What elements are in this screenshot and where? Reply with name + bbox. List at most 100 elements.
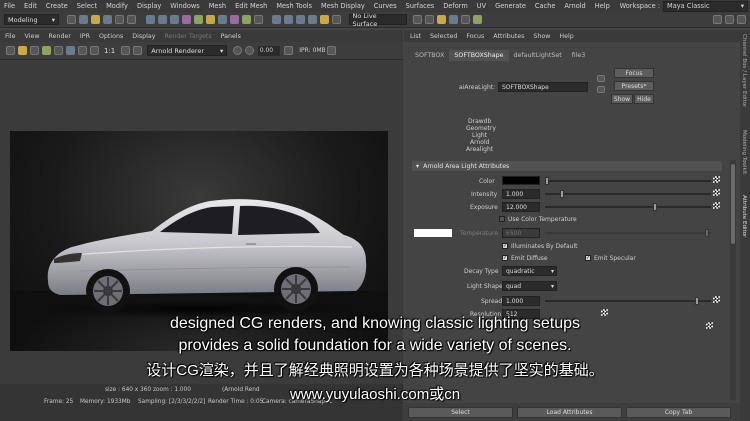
toggle-panel-icon[interactable]	[713, 15, 722, 24]
menu-generate[interactable]: Generate	[495, 2, 526, 10]
tab-softboxshape[interactable]: SOFTBOXShape	[449, 50, 509, 61]
ipr-render-icon[interactable]	[436, 15, 446, 24]
toggle-attribute-icon[interactable]	[737, 15, 746, 24]
rv-menu-render-targets[interactable]: Render Targets	[164, 33, 211, 40]
rv-menu-ipr[interactable]: IPR	[80, 33, 90, 40]
snap-view-plane-icon[interactable]	[308, 15, 317, 24]
menu-file[interactable]: File	[4, 2, 15, 10]
mask-icon[interactable]	[181, 15, 191, 24]
rv-menu-file[interactable]: File	[5, 33, 16, 40]
history-icon[interactable]	[332, 15, 341, 24]
menu-arnold[interactable]: Arnold	[564, 2, 585, 10]
spread-slider[interactable]	[545, 297, 711, 305]
copy-tab-button[interactable]: Copy Tab	[626, 407, 731, 418]
menu-create[interactable]: Create	[46, 2, 68, 10]
menu-display[interactable]: Display	[137, 2, 161, 10]
ae-menu-show[interactable]: Show	[533, 33, 550, 40]
menu-help[interactable]: Help	[595, 2, 610, 10]
temperature-slider[interactable]	[545, 229, 711, 237]
color-slider[interactable]	[545, 177, 711, 185]
menu-surfaces[interactable]: Surfaces	[406, 2, 435, 10]
ae-menu-selected[interactable]: Selected	[430, 33, 457, 40]
select-hierarchy-icon[interactable]	[145, 15, 155, 24]
rv-menu-view[interactable]: View	[25, 33, 40, 40]
render-settings-icon[interactable]	[448, 15, 458, 24]
render-region-icon[interactable]	[41, 46, 51, 55]
live-surface-field[interactable]: No Live Surface	[348, 12, 407, 28]
menu-mesh-display[interactable]: Mesh Display	[321, 2, 365, 10]
alpha-channel-icon[interactable]	[77, 46, 87, 55]
snap-curve-icon[interactable]	[284, 15, 293, 24]
menu-windows[interactable]: Windows	[170, 2, 199, 10]
menu-select[interactable]: Select	[77, 2, 97, 10]
rv-menu-render[interactable]: Render	[49, 33, 71, 40]
arnold-area-light-section[interactable]: ▾ Arnold Area Light Attributes	[412, 161, 722, 171]
rv-menu-options[interactable]: Options	[99, 33, 123, 40]
menu-deform[interactable]: Deform	[443, 2, 468, 10]
focus-button[interactable]: Focus	[614, 68, 654, 78]
snap-live-icon[interactable]	[320, 15, 329, 24]
ae-menu-list[interactable]: List	[410, 33, 421, 40]
open-scene-icon[interactable]	[91, 15, 100, 24]
menu-set-icon[interactable]	[67, 15, 76, 24]
hide-button[interactable]: Hide	[634, 94, 654, 104]
remove-image-icon[interactable]	[132, 46, 142, 55]
illuminates-by-default-checkbox[interactable]: ✓	[502, 243, 508, 249]
color-swatch[interactable]	[502, 176, 540, 185]
exposure-map-button[interactable]	[713, 202, 720, 209]
redo-icon[interactable]	[127, 15, 136, 24]
side-tab-modeling-toolkit[interactable]: Modeling Toolkit	[741, 130, 747, 174]
ae-menu-help[interactable]: Help	[559, 33, 573, 40]
exposure-icon[interactable]	[245, 46, 255, 55]
temperature-field[interactable]: 6500	[502, 228, 540, 238]
ae-menu-attributes[interactable]: Attributes	[493, 33, 524, 40]
menu-mesh[interactable]: Mesh	[209, 2, 226, 10]
pin-icon[interactable]	[327, 46, 337, 55]
menu-mesh-tools[interactable]: Mesh Tools	[276, 2, 312, 10]
mask-deform-icon[interactable]	[217, 15, 227, 24]
emit-diffuse-checkbox[interactable]: ✓	[502, 255, 508, 261]
exposure-slider[interactable]	[545, 203, 711, 211]
snap-grid-icon[interactable]	[272, 15, 281, 24]
undo-icon[interactable]	[115, 15, 124, 24]
select-component-icon[interactable]	[169, 15, 179, 24]
arnold-render-view-icon[interactable]	[472, 15, 482, 24]
ae-menu-focus[interactable]: Focus	[466, 33, 484, 40]
mask-curves-icon[interactable]	[193, 15, 203, 24]
render-frame-icon[interactable]	[424, 15, 434, 24]
side-tab-channel-box[interactable]: Channel Box / Layer Editor	[741, 34, 747, 107]
rv-menu-display[interactable]: Display	[132, 33, 155, 40]
spread-field[interactable]: 1.000	[502, 296, 540, 306]
menu-edit[interactable]: Edit	[24, 2, 37, 10]
menu-edit-mesh[interactable]: Edit Mesh	[235, 2, 267, 10]
keep-image-icon[interactable]	[120, 46, 130, 55]
gear-icon[interactable]	[233, 46, 243, 55]
color-map-button[interactable]	[713, 176, 720, 183]
side-tab-attribute-editor[interactable]: Attribute Editor	[741, 195, 747, 237]
refresh-icon[interactable]	[29, 46, 39, 55]
light-shape-dropdown[interactable]: quad ▾	[502, 281, 557, 291]
gamma-icon[interactable]	[283, 46, 293, 55]
menu-uv[interactable]: UV	[477, 2, 486, 10]
toggle-sidebar-icon[interactable]	[725, 15, 734, 24]
workspace-dropdown[interactable]: Maya Classic ▾	[663, 0, 748, 12]
intensity-slider[interactable]	[545, 190, 711, 198]
select-object-icon[interactable]	[157, 15, 167, 24]
ipr-icon[interactable]	[17, 46, 27, 55]
mask-misc-icon[interactable]	[253, 15, 263, 24]
menu-cache[interactable]: Cache	[535, 2, 556, 10]
menu-curves[interactable]: Curves	[374, 2, 397, 10]
exposure-value-field[interactable]: 0.00	[257, 45, 280, 56]
decay-type-dropdown[interactable]: quadratic ▾	[502, 266, 557, 276]
scrollbar-thumb[interactable]	[731, 164, 735, 244]
redo-render-icon[interactable]	[5, 46, 15, 55]
use-color-temperature-checkbox[interactable]	[499, 216, 505, 222]
node-name-field[interactable]: SOFTBOXShape	[498, 82, 588, 92]
zoom-ratio-button[interactable]: 1:1	[104, 47, 115, 55]
menu-modify[interactable]: Modify	[106, 2, 128, 10]
select-button[interactable]: Select	[408, 407, 513, 418]
emit-specular-checkbox[interactable]: ✓	[585, 255, 591, 261]
exposure-field[interactable]: 12.000	[502, 202, 540, 212]
renderer-dropdown[interactable]: Arnold Renderer ▾	[147, 45, 228, 56]
tab-file3[interactable]: file3	[567, 50, 591, 61]
